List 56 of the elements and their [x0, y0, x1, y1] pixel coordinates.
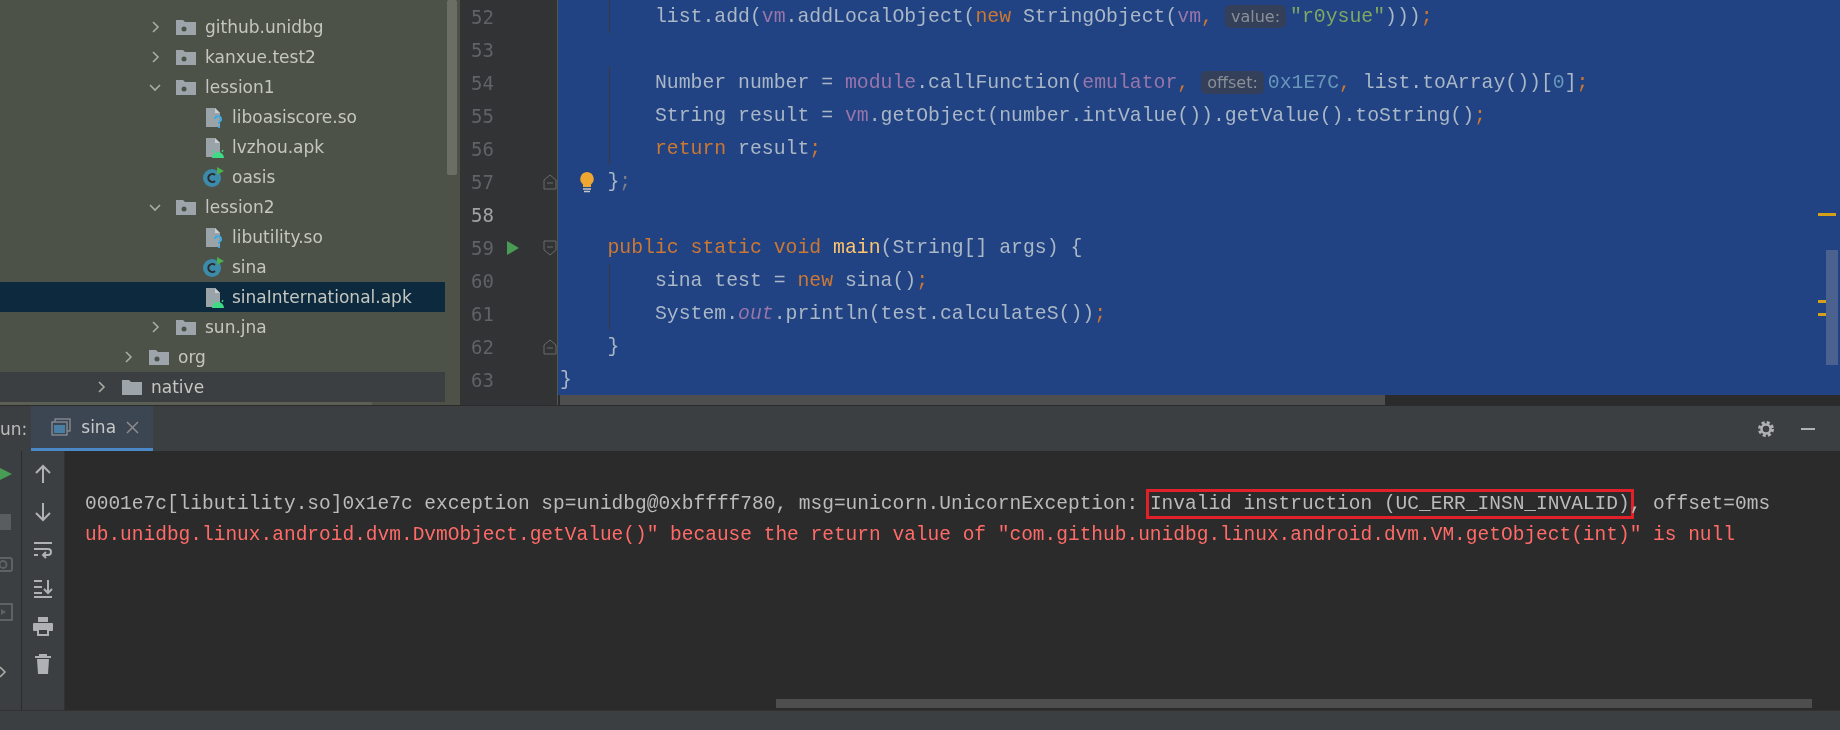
- down-arrow-icon[interactable]: [32, 501, 54, 523]
- scrollbar[interactable]: [776, 699, 1812, 708]
- tree-item[interactable]: github.unidbg: [0, 12, 445, 42]
- class-icon: [202, 166, 224, 188]
- print-icon[interactable]: [32, 615, 54, 637]
- tree-item[interactable]: oasis: [0, 162, 445, 192]
- close-icon[interactable]: [126, 420, 140, 434]
- code-line: }: [560, 368, 572, 391]
- tree-item[interactable]: libutility.so: [0, 222, 445, 252]
- chevron-right-icon[interactable]: [122, 351, 134, 363]
- chevron-right-icon[interactable]: [149, 21, 161, 33]
- fold-icon[interactable]: [543, 174, 557, 190]
- tree-item[interactable]: sina: [0, 252, 445, 282]
- console-text: ub.unidbg.linux.android.dvm.DvmObject.getValue()" because the return value of "com.github.unidbg.linux.android.dvm.VM.getObject(int)" is null: [85, 523, 1735, 546]
- scrollbar[interactable]: [560, 395, 1385, 405]
- code-line: }: [607, 335, 620, 358]
- run-icon[interactable]: [506, 240, 520, 256]
- panel-label: un:: [0, 417, 29, 441]
- scrollbar[interactable]: [447, 0, 457, 175]
- class-icon: [202, 256, 224, 278]
- settings-icon[interactable]: [1756, 418, 1776, 439]
- console-text: 0001e7c[libutility.so]0x1e7c exception sp=unidbg@0xbffff780, msg=unicorn.UnicornException:: [85, 492, 1140, 515]
- code-line: sina test = new sina();: [654, 269, 929, 292]
- wrap-icon[interactable]: [32, 539, 54, 561]
- chevron-right-icon[interactable]: [95, 381, 107, 393]
- fold-icon[interactable]: [543, 240, 557, 256]
- chevron-right-icon[interactable]: [149, 321, 161, 333]
- line-number: 58: [470, 203, 494, 226]
- tree-item[interactable]: liboasiscore.so: [0, 102, 445, 132]
- tree-item[interactable]: org: [0, 342, 445, 372]
- tree-item[interactable]: lession1: [0, 72, 445, 102]
- code-line: public static void main(String[] args) {: [607, 236, 1083, 259]
- scrollbar[interactable]: [1826, 250, 1838, 365]
- tree-item[interactable]: sinaInternational.apk: [0, 282, 445, 312]
- tree-item[interactable]: lvzhou.apk: [0, 132, 445, 162]
- chevron-right-icon[interactable]: [149, 51, 161, 63]
- console-text: , offset=0ms: [1629, 492, 1771, 515]
- fold-icon[interactable]: [543, 339, 557, 355]
- code-line: list.add(vm.addLocalObject(new StringObject(vm, value: "r0ysue")));: [654, 5, 1433, 28]
- tree-item[interactable]: lession2: [0, 192, 445, 222]
- chevron-down-icon[interactable]: [149, 81, 161, 93]
- code-line: String result = vm.getObject(number.intValue()).getValue().toString();: [654, 104, 1486, 127]
- tree-item[interactable]: kanxue.test2: [0, 42, 445, 72]
- code-line: Number number = module.callFunction(emulator, offset: 0x1E7C, list.toArray())[0];: [654, 71, 1589, 94]
- run-tab[interactable]: sina: [31, 406, 154, 451]
- lightbulb-icon[interactable]: [578, 171, 596, 193]
- code-line: System.out.println(test.calculateS());: [654, 302, 1107, 325]
- scroll-to-end-icon[interactable]: [32, 577, 54, 599]
- code-line: return result;: [654, 137, 822, 160]
- scrollbar[interactable]: [0, 402, 372, 405]
- tree-item[interactable]: native: [0, 372, 445, 402]
- tree-item[interactable]: sun.jna: [0, 312, 445, 342]
- window-icon: [51, 418, 72, 436]
- code-line: };: [607, 170, 632, 193]
- trash-icon[interactable]: [32, 653, 54, 675]
- chevron-down-icon[interactable]: [149, 201, 161, 213]
